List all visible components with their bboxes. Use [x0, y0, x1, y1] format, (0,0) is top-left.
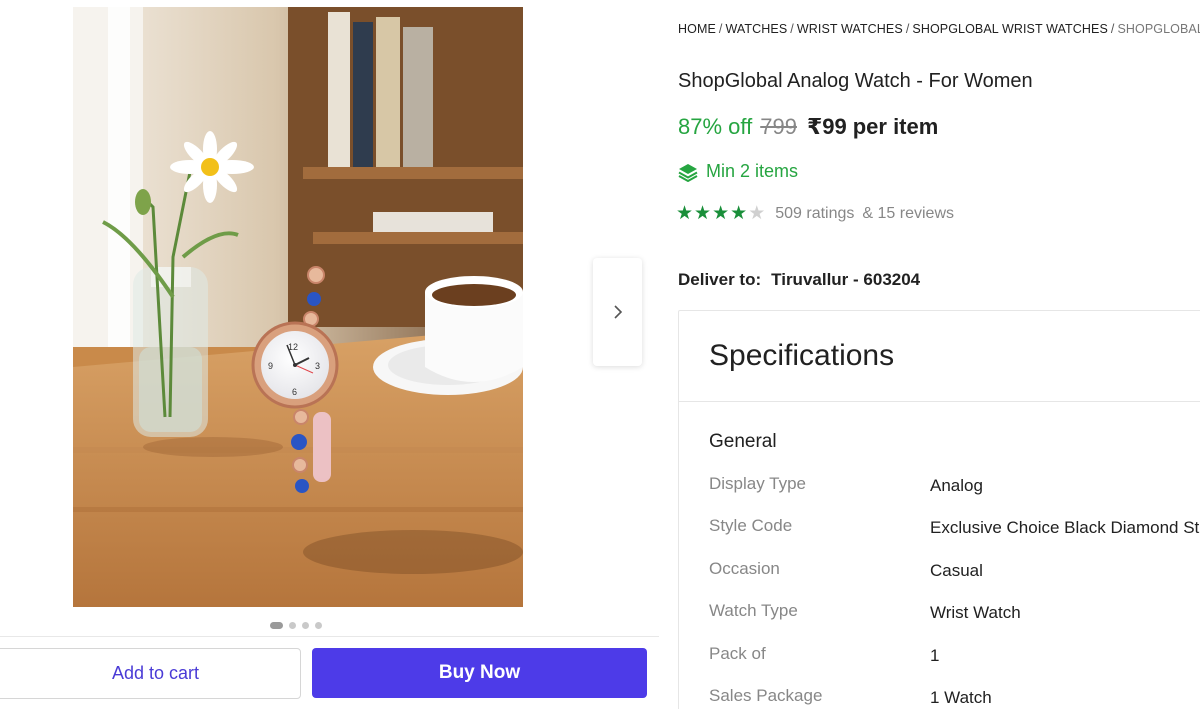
star-icon: ★: [676, 203, 694, 224]
spec-value: Exclusive Choice Black Diamond Stu: [930, 518, 1200, 537]
image-next-button[interactable]: [593, 258, 642, 366]
svg-text:9: 9: [268, 361, 273, 371]
reviews-count: & 15 reviews: [862, 204, 954, 222]
product-title: ShopGlobal Analog Watch - For Women: [678, 70, 1033, 92]
star-rating: ★ ★ ★ ★ ★: [676, 204, 765, 223]
star-icon: ★: [694, 203, 712, 224]
spec-row: Occasion Casual: [709, 559, 1200, 589]
svg-text:3: 3: [315, 361, 320, 371]
breadcrumb-home[interactable]: HOME: [678, 22, 716, 36]
spec-key: Pack of: [709, 644, 766, 663]
star-icon: ★: [730, 203, 748, 224]
layers-icon: [678, 163, 698, 182]
price-row: 87% off 799 ₹99 per item: [678, 114, 938, 140]
spec-key: Style Code: [709, 516, 793, 535]
specifications-card: Specifications General Display Type Anal…: [678, 310, 1200, 709]
spec-value: 1: [930, 646, 940, 665]
svg-text:6: 6: [292, 387, 297, 397]
carousel-dot[interactable]: [270, 622, 283, 629]
star-icon: ★: [748, 203, 766, 224]
spec-value: Wrist Watch: [930, 603, 1021, 622]
original-price: 799: [760, 114, 797, 139]
carousel-dot[interactable]: [302, 622, 309, 629]
price-unit: per item: [852, 114, 939, 139]
product-image[interactable]: 12 3 6 9: [73, 7, 523, 607]
discount-percent: 87% off: [678, 114, 753, 139]
spec-row: Watch Type Wrist Watch: [709, 601, 1200, 631]
spec-key: Watch Type: [709, 601, 798, 620]
delivery-label: Deliver to:: [678, 270, 762, 289]
spec-key: Sales Package: [709, 686, 823, 705]
breadcrumb-shopglobal-wrist-watches[interactable]: SHOPGLOBAL WRIST WATCHES: [912, 22, 1108, 36]
image-carousel-dots: [270, 622, 322, 629]
spec-row: Pack of 1: [709, 644, 1200, 674]
spec-value: 1 Watch: [930, 688, 992, 707]
spec-group-title: General: [709, 431, 777, 452]
breadcrumb-watches[interactable]: WATCHES: [725, 22, 787, 36]
selling-price: ₹99: [806, 114, 847, 139]
specifications-title: Specifications: [709, 339, 895, 372]
spec-key: Display Type: [709, 474, 807, 493]
add-to-cart-button[interactable]: Add to cart: [0, 648, 301, 699]
star-icon: ★: [712, 203, 730, 224]
delivery-location[interactable]: Deliver to: Tiruvallur - 603204: [678, 270, 920, 290]
breadcrumb-current: SHOPGLOBAL: [1117, 22, 1200, 36]
breadcrumb: HOME / WATCHES / WRIST WATCHES / SHOPGLOBAL WR…: [678, 22, 1200, 36]
spec-key: Occasion: [709, 559, 780, 578]
spec-row: Display Type Analog: [709, 474, 1200, 504]
ratings-summary[interactable]: ★ ★ ★ ★ ★ 509 ratings & 15 reviews: [676, 204, 954, 223]
min-items-note: Min 2 items: [678, 161, 798, 182]
min-items-label: Min 2 items: [706, 161, 799, 181]
spec-value: Casual: [930, 561, 983, 580]
breadcrumb-wrist-watches[interactable]: WRIST WATCHES: [797, 22, 903, 36]
buy-now-button[interactable]: Buy Now: [312, 648, 647, 698]
spec-row: Style Code Exclusive Choice Black Diamon…: [709, 516, 1200, 546]
carousel-dot[interactable]: [289, 622, 296, 629]
spec-row: Sales Package 1 Watch: [709, 686, 1200, 709]
spec-value: Analog: [930, 476, 983, 495]
ratings-count: 509 ratings: [775, 204, 855, 222]
delivery-pincode: Tiruvallur - 603204: [771, 270, 921, 289]
carousel-dot[interactable]: [315, 622, 322, 629]
specifications-header: Specifications: [679, 311, 1200, 402]
chevron-right-icon: [613, 305, 622, 319]
